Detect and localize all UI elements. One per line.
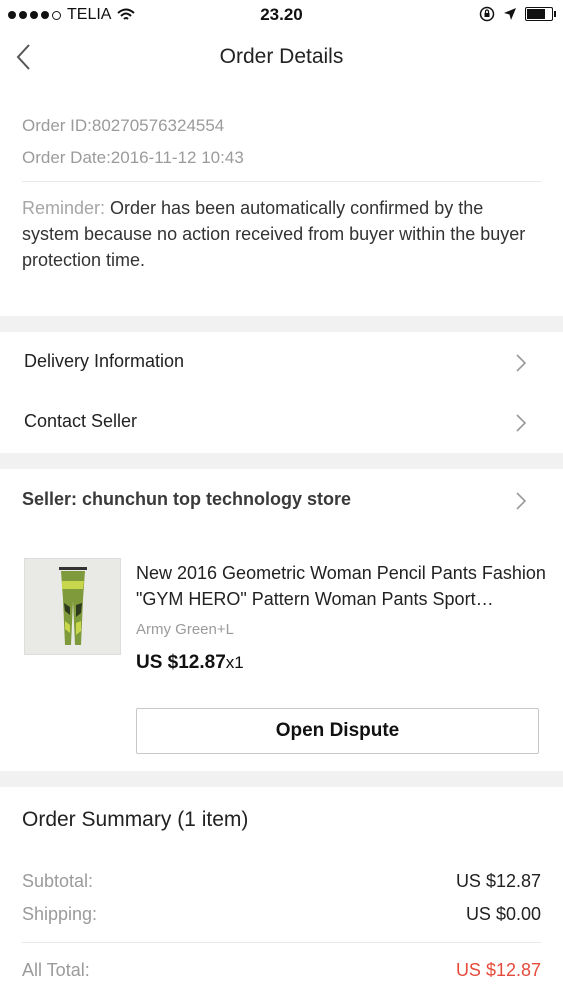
page-title: Order Details <box>219 45 344 68</box>
seller-name: Seller: chunchun top technology store <box>22 489 352 509</box>
battery-icon <box>525 7 556 21</box>
product-image[interactable] <box>24 558 121 655</box>
subtotal-value: US $12.87 <box>455 871 541 891</box>
order-date: Order Date:2016-11-12 10:43 <box>22 148 244 167</box>
total-label: All Total: <box>22 960 90 980</box>
shipping-value: US $0.00 <box>465 904 541 924</box>
reminder-text: Reminder: Order has been automatically c… <box>22 195 542 273</box>
chevron-right-icon <box>516 414 527 432</box>
rotation-lock-icon <box>479 6 495 22</box>
nav-bar: Order Details <box>0 30 563 86</box>
section-gap <box>0 316 563 332</box>
contact-seller-row[interactable]: Contact Seller <box>0 393 563 453</box>
contact-seller-label: Contact Seller <box>24 411 138 431</box>
leggings-image <box>25 559 120 654</box>
subtotal-label: Subtotal: <box>22 871 94 891</box>
product-price: US $12.87 <box>136 652 226 673</box>
status-bar: TELIA 23.20 <box>0 0 563 30</box>
product-variant: Army Green+L <box>136 621 234 638</box>
reminder-label: Reminder: <box>22 198 106 218</box>
total-value: US $12.87 <box>455 960 541 980</box>
section-gap <box>0 453 563 469</box>
chevron-right-icon <box>516 492 527 510</box>
product-price-line: US $12.87x1 <box>136 652 244 674</box>
order-id: Order ID:80270576324554 <box>22 116 225 135</box>
section-gap <box>0 771 563 787</box>
status-icons <box>479 6 556 22</box>
divider <box>22 181 541 182</box>
product-quantity: x1 <box>225 653 244 672</box>
open-dispute-button[interactable]: Open Dispute <box>136 708 539 754</box>
product-title[interactable]: New 2016 Geometric Woman Pencil Pants Fa… <box>136 560 546 612</box>
order-summary-title: Order Summary (1 item) <box>22 808 249 831</box>
seller-row[interactable]: Seller: chunchun top technology store <box>0 471 563 531</box>
battery-level <box>527 9 546 19</box>
chevron-right-icon <box>516 354 527 372</box>
delivery-information-row[interactable]: Delivery Information <box>0 333 563 393</box>
delivery-information-label: Delivery Information <box>24 351 185 371</box>
location-arrow-icon <box>504 8 516 20</box>
divider <box>22 942 541 943</box>
shipping-label: Shipping: <box>22 904 98 924</box>
